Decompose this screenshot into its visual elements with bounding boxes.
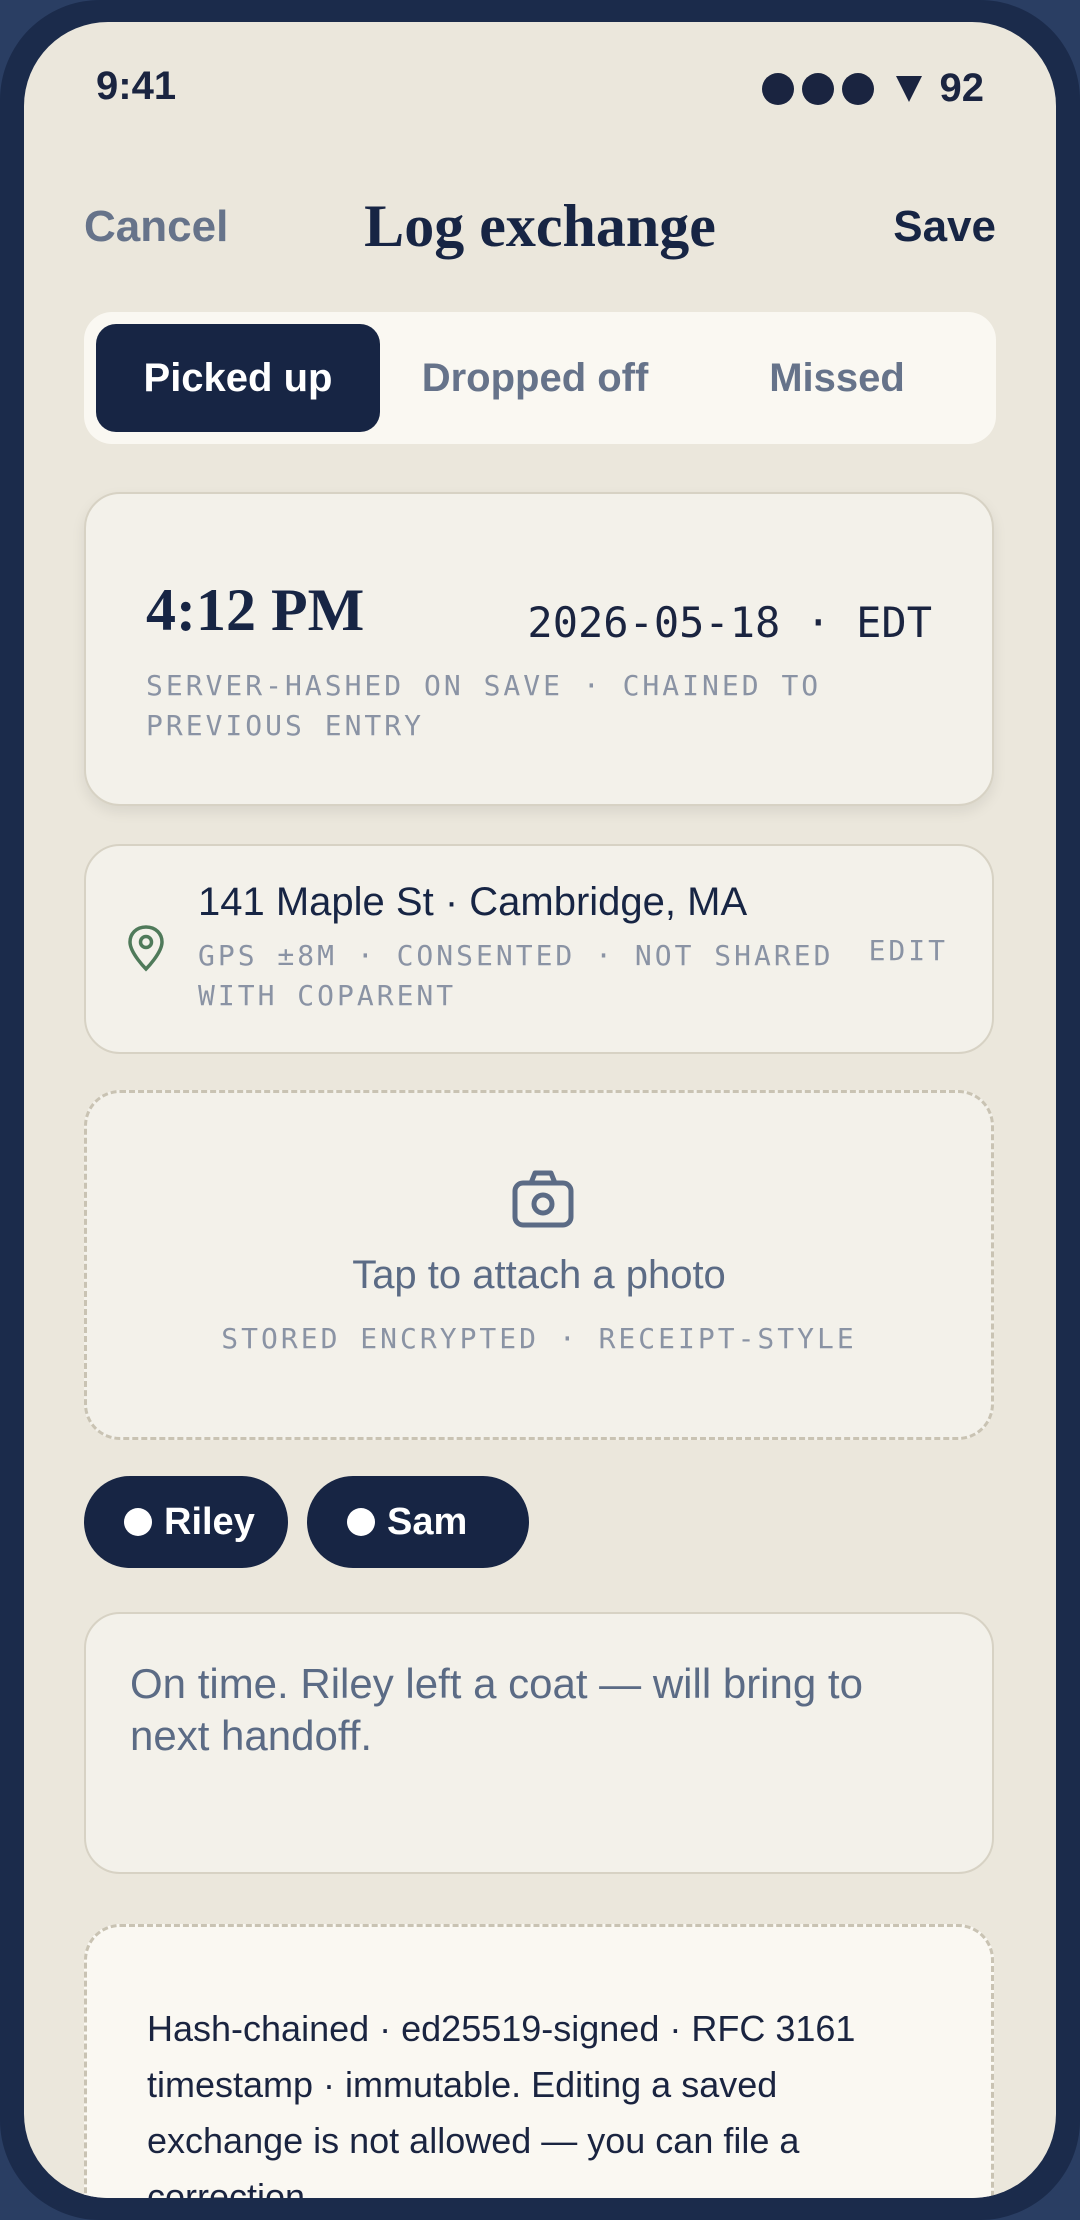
exchange-time: 4:12 PM	[146, 577, 365, 643]
location-address: 141 Maple St · Cambridge, MA	[198, 880, 748, 924]
integrity-text: Hash-chained · ed25519-signed · RFC 3161…	[147, 2008, 856, 2198]
timestamp-card: 4:12 PM 2026-05-18 · EDT SERVER-HASHED O…	[84, 492, 994, 806]
notes-text[interactable]: On time. Riley left a coat — will bring …	[130, 1658, 950, 1762]
integrity-info-card: Hash-chained · ed25519-signed · RFC 3161…	[84, 1924, 994, 2198]
save-button[interactable]: Save	[893, 202, 996, 252]
signal-dot-icon	[841, 72, 874, 105]
exchange-type-segmented-control: Picked up Dropped off Missed	[84, 312, 996, 444]
exchange-date-timezone: 2026-05-18 · EDT	[527, 598, 932, 647]
location-note: GPS ±8M · CONSENTED · NOT SHARED WITH CO…	[198, 939, 834, 1012]
status-time: 9:41	[96, 64, 177, 108]
status-bar: 9:41 92	[24, 22, 1056, 142]
segment-missed[interactable]: Missed	[690, 324, 984, 432]
map-pin-icon	[128, 925, 164, 972]
attach-photo-label: Tap to attach a photo	[352, 1253, 726, 1297]
wifi-icon	[895, 75, 922, 102]
child-name: Riley	[164, 1500, 255, 1543]
location-card[interactable]: 141 Maple St · Cambridge, MA GPS ±8M · C…	[84, 844, 994, 1054]
segment-picked-up[interactable]: Picked up	[96, 324, 380, 432]
photo-note: STORED ENCRYPTED · RECEIPT-STYLE	[221, 1322, 857, 1355]
status-right: 92	[761, 66, 985, 111]
child-chip-sam[interactable]: Sam	[307, 1476, 529, 1568]
child-name: Sam	[387, 1500, 468, 1543]
attach-photo-area[interactable]: Tap to attach a photo STORED ENCRYPTED ·…	[84, 1090, 994, 1440]
signal-dot-icon	[801, 72, 834, 105]
signal-dot-icon	[761, 72, 794, 105]
screen: 9:41 92 Cancel Log exchange Save Picked …	[24, 22, 1056, 2198]
edit-location-button[interactable]: EDIT	[869, 934, 948, 967]
notes-field[interactable]: On time. Riley left a coat — will bring …	[84, 1612, 994, 1874]
segment-dropped-off[interactable]: Dropped off	[390, 324, 680, 432]
device-frame: 9:41 92 Cancel Log exchange Save Picked …	[0, 0, 1080, 2220]
chip-dot-icon	[124, 1508, 152, 1536]
chip-dot-icon	[347, 1508, 375, 1536]
battery-level: 92	[939, 66, 985, 110]
child-chip-riley[interactable]: Riley	[84, 1476, 288, 1568]
hash-note: SERVER-HASHED ON SAVE · CHAINED TO PREVI…	[146, 669, 822, 742]
camera-icon	[512, 1170, 574, 1228]
